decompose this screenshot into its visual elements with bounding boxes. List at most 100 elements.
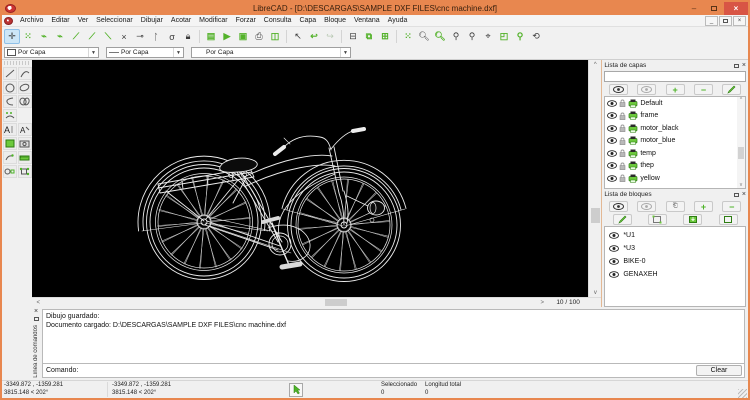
edit-layer-button[interactable]	[722, 84, 741, 95]
lock-icon[interactable]	[619, 162, 626, 170]
horizontal-scroll-track[interactable]	[44, 298, 536, 307]
circle-tool-button[interactable]	[3, 81, 17, 94]
zoom-previous-button[interactable]: ⚲	[464, 29, 480, 44]
auto-zoom-button[interactable]: ⚲	[448, 29, 464, 44]
mdi-minimize-button[interactable]: _	[705, 16, 718, 26]
ellipse-tool-button[interactable]	[18, 81, 32, 94]
command-input[interactable]	[78, 365, 696, 376]
snap-on-entity-button[interactable]: ⌁	[52, 29, 68, 44]
pen-linetype-select[interactable]: Por Capa ▼	[191, 47, 351, 58]
remove-block-button[interactable]: −	[722, 201, 741, 212]
menu-bloque[interactable]: Bloque	[320, 15, 350, 27]
float-command-panel-icon[interactable]	[34, 317, 39, 321]
grid-toggle-button[interactable]: ⁙	[400, 29, 416, 44]
layer-list-scrollbar[interactable]: ^ v	[737, 97, 745, 188]
zoom-page-button[interactable]: ◰	[496, 29, 512, 44]
close-button[interactable]: ×	[724, 2, 748, 15]
view-remove-button[interactable]: ⊟	[345, 29, 361, 44]
block-row[interactable]: *U3	[605, 242, 745, 255]
lock-icon[interactable]	[619, 174, 626, 182]
vertical-scrollbar[interactable]: ^ v	[588, 60, 601, 297]
layer-row[interactable]: yellow	[605, 172, 745, 185]
redo-button[interactable]: ↪	[322, 29, 338, 44]
save-drawing-button[interactable]: ▣	[235, 29, 251, 44]
resize-grip[interactable]	[738, 389, 747, 398]
zoom-out-button[interactable]: 🔍︎	[432, 29, 448, 44]
block-row[interactable]: *U1	[605, 229, 745, 242]
eye-icon[interactable]	[607, 125, 617, 132]
menu-modificar[interactable]: Modificar	[195, 15, 231, 27]
eye-icon[interactable]	[609, 232, 619, 239]
explode-tool-button[interactable]	[18, 165, 32, 178]
print-icon[interactable]	[628, 161, 638, 170]
scroll-down-icon[interactable]: v	[740, 182, 743, 188]
show-all-blocks-button[interactable]	[609, 201, 628, 212]
points-tool-button[interactable]	[3, 109, 17, 122]
snap-middle-button[interactable]: ⟋	[84, 29, 100, 44]
menu-consulta[interactable]: Consulta	[260, 15, 296, 27]
clear-button[interactable]: Clear	[696, 365, 742, 376]
layer-row[interactable]: temp	[605, 147, 745, 160]
eye-icon[interactable]	[607, 112, 617, 119]
layer-scroll-thumb[interactable]	[738, 147, 744, 159]
undo-button[interactable]: ↩	[306, 29, 322, 44]
snap-distance-button[interactable]: ⟍	[100, 29, 116, 44]
layer-row[interactable]: frame	[605, 110, 745, 123]
show-all-layers-button[interactable]	[609, 84, 628, 95]
print-icon[interactable]	[628, 111, 638, 120]
view-list-button[interactable]: ⧉	[361, 29, 377, 44]
eye-icon[interactable]	[609, 258, 619, 265]
text-tool-button[interactable]: A	[3, 123, 17, 136]
eye-icon[interactable]	[609, 271, 619, 278]
add-block-button[interactable]: +	[694, 201, 713, 212]
print-icon[interactable]	[628, 99, 638, 108]
dimension-tool-button[interactable]: A	[18, 123, 32, 136]
pen-color-select[interactable]: Por Capa ▼	[4, 47, 99, 58]
measure-tool-button[interactable]	[18, 151, 32, 164]
menu-editar[interactable]: Editar	[47, 15, 73, 27]
palette-grip[interactable]	[4, 61, 30, 65]
selection-pointer-button[interactable]	[289, 383, 303, 397]
set-relative-zero-button[interactable]: σ	[164, 29, 180, 44]
close-command-panel-icon[interactable]: ×	[34, 309, 38, 315]
command-tab-label[interactable]: Línea de comandos	[33, 325, 39, 378]
lock-relative-zero-button[interactable]: 🔒︎	[180, 29, 196, 44]
save-block-button[interactable]	[683, 214, 702, 225]
menu-dibujar[interactable]: Dibujar	[137, 15, 167, 27]
arc-tool-button[interactable]	[18, 67, 32, 80]
menu-ver[interactable]: Ver	[74, 15, 93, 27]
restore-button[interactable]	[704, 2, 724, 15]
hatch-tool-button[interactable]	[3, 137, 17, 150]
select-pointer-button[interactable]: ↖	[290, 29, 306, 44]
print-icon[interactable]	[628, 124, 638, 133]
menu-ventana[interactable]: Ventana	[350, 15, 384, 27]
mdi-close-button[interactable]: ×	[733, 16, 746, 26]
spline-tool-button[interactable]	[3, 95, 17, 108]
modify-tool-button[interactable]	[3, 151, 17, 164]
layers-panel-titlebar[interactable]: Lista de capas ×	[602, 60, 748, 71]
snap-grid-button[interactable]: ⁙	[20, 29, 36, 44]
rename-block-button[interactable]	[719, 214, 738, 225]
float-panel-icon[interactable]	[734, 193, 739, 197]
new-drawing-button[interactable]: ▤	[203, 29, 219, 44]
print-button[interactable]: ⎙︎	[251, 29, 267, 44]
lock-icon[interactable]	[619, 124, 626, 132]
zoom-window-button[interactable]: ⌖	[480, 29, 496, 44]
insert-block-button[interactable]: ⎗︎	[666, 201, 685, 212]
scroll-up-icon[interactable]: ^	[589, 60, 601, 69]
print-icon[interactable]	[628, 136, 638, 145]
eye-icon[interactable]	[609, 245, 619, 252]
scroll-down-icon[interactable]: v	[589, 288, 601, 297]
layer-filter-input[interactable]	[604, 71, 746, 82]
block-tool-button[interactable]	[3, 165, 17, 178]
lock-icon[interactable]	[619, 112, 626, 120]
snap-endpoint-button[interactable]: ⌁	[36, 29, 52, 44]
print-preview-button[interactable]: ◫	[267, 29, 283, 44]
view-add-button[interactable]: ⊞	[377, 29, 393, 44]
pen-width-select[interactable]: Por Capa ▼	[106, 47, 184, 58]
zoom-in-button[interactable]: 🔍︎	[416, 29, 432, 44]
add-layer-button[interactable]: +	[666, 84, 685, 95]
print-icon[interactable]	[628, 174, 638, 183]
layer-row[interactable]: thep	[605, 160, 745, 173]
close-panel-icon[interactable]: ×	[742, 64, 746, 68]
